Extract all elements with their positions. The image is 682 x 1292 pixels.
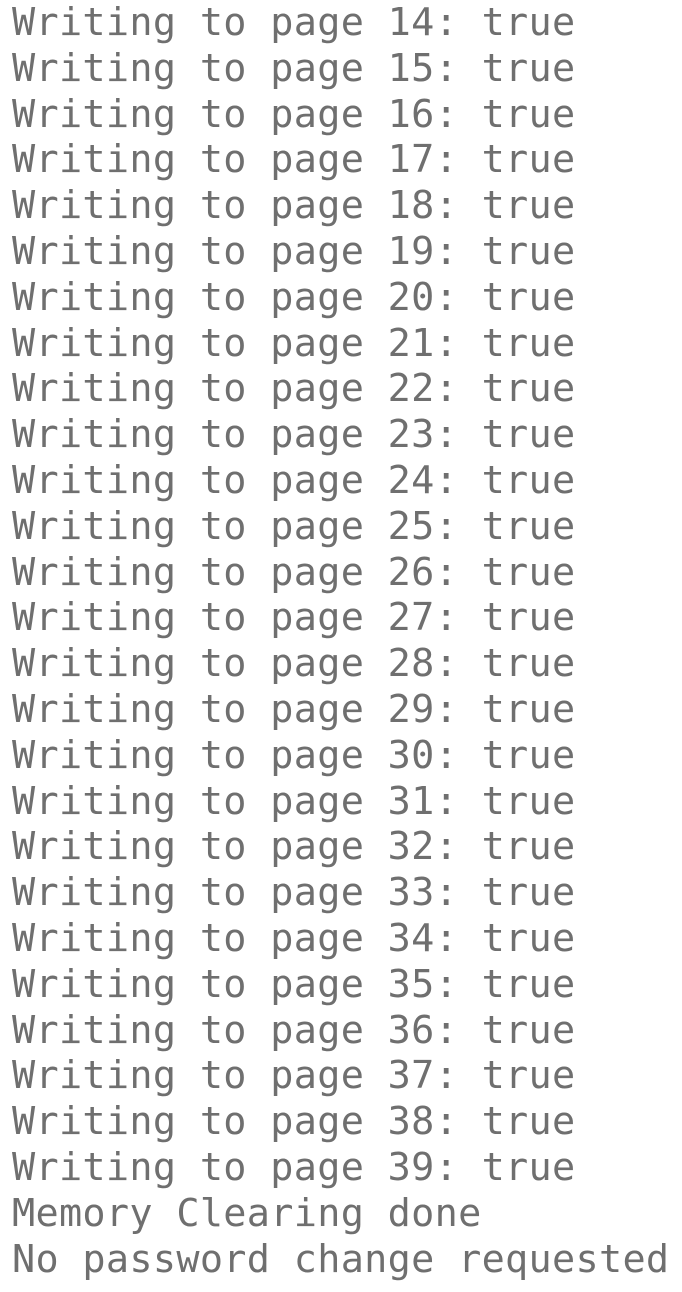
log-line: Writing to page 35: true (12, 961, 576, 1007)
log-line: Writing to page 31: true (12, 778, 576, 824)
terminal-output: Writing to page 14: true Writing to page… (0, 0, 682, 1292)
log-line: Writing to page 20: true (12, 274, 576, 320)
log-lines: Writing to page 14: true Writing to page… (12, 0, 682, 1282)
log-line: Writing to page 32: true (12, 824, 576, 870)
log-line: Writing to page 33: true (12, 870, 576, 916)
log-line: Writing to page 21: true (12, 320, 576, 366)
log-line: Writing to page 34: true (12, 915, 576, 961)
log-line: Writing to page 30: true (12, 732, 576, 778)
log-line: Writing to page 16: true (12, 91, 576, 137)
log-line: Writing to page 25: true (12, 503, 576, 549)
log-line: Writing to page 24: true (12, 457, 576, 503)
log-line: Writing to page 38: true (12, 1099, 576, 1145)
log-line: Writing to page 27: true (12, 595, 576, 641)
log-line: Writing to page 19: true (12, 228, 576, 274)
log-line: Writing to page 23: true (12, 412, 576, 458)
log-line: Writing to page 22: true (12, 366, 576, 412)
status-line-password: No password change requested (12, 1236, 670, 1282)
log-line: Writing to page 39: true (12, 1144, 576, 1190)
status-line-memory-clearing: Memory Clearing done (12, 1190, 482, 1236)
log-line: Writing to page 14: true (12, 0, 576, 45)
log-line: Writing to page 28: true (12, 641, 576, 687)
log-line: Writing to page 36: true (12, 1007, 576, 1053)
log-line: Writing to page 18: true (12, 183, 576, 229)
log-line: Writing to page 17: true (12, 137, 576, 183)
log-line: Writing to page 29: true (12, 686, 576, 732)
log-line: Writing to page 37: true (12, 1053, 576, 1099)
log-line: Writing to page 15: true (12, 45, 576, 91)
log-line: Writing to page 26: true (12, 549, 576, 595)
